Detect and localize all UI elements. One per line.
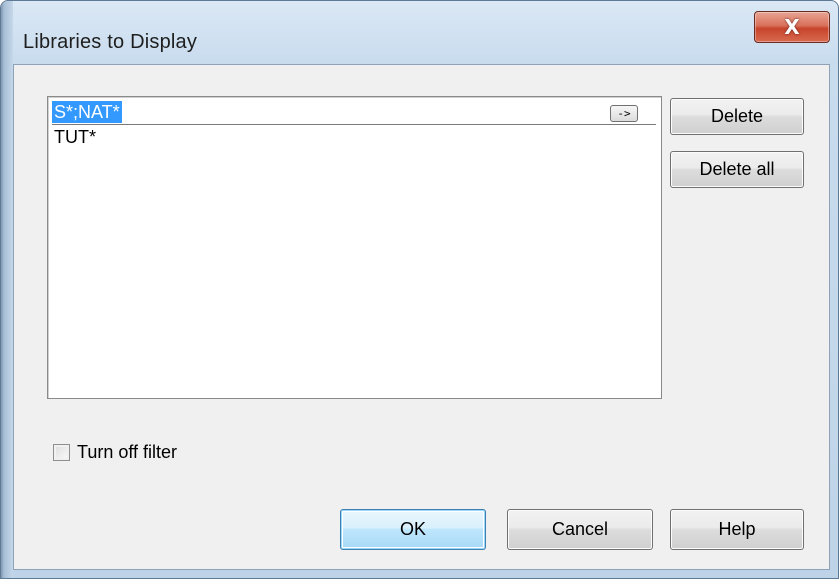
delete-all-button[interactable]: Delete all <box>670 151 804 188</box>
delete-button[interactable]: Delete <box>670 98 804 135</box>
turn-off-filter-option[interactable]: Turn off filter <box>53 442 177 463</box>
ok-button[interactable]: OK <box>340 509 486 550</box>
filter-edit-input[interactable]: S*;NAT* <box>52 101 122 123</box>
list-edit-row[interactable]: S*;NAT* -> <box>52 101 656 125</box>
library-filter-list[interactable]: S*;NAT* -> TUT* <box>47 96 662 399</box>
window-title: Libraries to Display <box>23 31 198 53</box>
help-button[interactable]: Help <box>670 509 804 550</box>
dialog-window: Libraries to Display X S*;NAT* -> TUT* D… <box>0 0 839 579</box>
list-item[interactable]: TUT* <box>54 127 96 148</box>
close-button[interactable]: X <box>754 11 830 43</box>
close-icon: X <box>784 15 800 39</box>
window-frame-edge <box>1 1 13 578</box>
turn-off-filter-label: Turn off filter <box>77 442 178 462</box>
cancel-button[interactable]: Cancel <box>507 509 653 550</box>
dialog-client-area: S*;NAT* -> TUT* Delete Delete all Turn o… <box>13 64 830 570</box>
turn-off-filter-checkbox[interactable] <box>53 444 70 461</box>
expand-arrow-button[interactable]: -> <box>610 105 638 122</box>
